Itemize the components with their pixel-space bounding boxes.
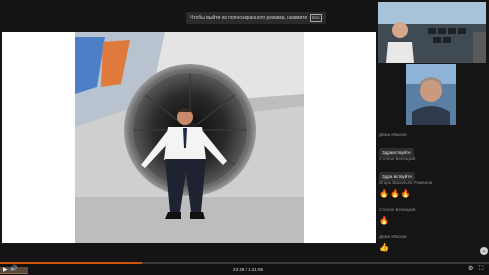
chat-author: Игорь Васильев Романов <box>379 180 433 185</box>
chat-author: Степан Белецкий <box>379 156 416 161</box>
thumbs-up-emoji-reaction: 👍 <box>379 243 390 252</box>
fire-emoji-reaction: 🔥🔥🔥 <box>379 189 412 198</box>
fullscreen-icon[interactable]: ⛶ <box>479 266 483 273</box>
esc-key-label: Esc <box>310 14 322 22</box>
chat-author: Дима Ивахов <box>379 234 407 239</box>
fullscreen-exit-hint: Чтобы выйти из полноэкранного режима, на… <box>186 12 326 24</box>
participant-video-host[interactable] <box>406 64 456 125</box>
scroll-down-icon[interactable]: ⌄ <box>480 247 488 255</box>
participants-sidebar: Дима Ивахов Здравствуйте Степан Белецкий… <box>376 0 489 262</box>
chat-message: Игорь Васильев Романов <box>379 180 432 185</box>
player-controls: ▶ 🔊 23:49 / 1:21:06 ⚙ ⛶ <box>0 262 489 275</box>
play-icon[interactable]: ▶ <box>3 267 8 273</box>
volume-icon[interactable]: 🔊 <box>10 266 17 273</box>
pilot-in-engine-image <box>75 32 304 243</box>
video-stage[interactable]: Чтобы выйти из полноэкранного режима, на… <box>0 0 376 262</box>
time-display: 23:49 / 1:21:06 <box>233 267 264 272</box>
participant-video-cockpit[interactable] <box>378 2 486 63</box>
chat-author: Степан Белецкий <box>379 207 416 212</box>
chat-message: Дима Ивахов <box>379 234 407 239</box>
chat-message: Степан Белецкий <box>379 156 415 161</box>
progress-bar[interactable] <box>0 262 489 264</box>
cockpit-video-feed <box>378 2 486 63</box>
fullscreen-hint-text: Чтобы выйти из полноэкранного режима, на… <box>190 15 308 21</box>
chat-message: Дима Ивахов <box>379 132 407 137</box>
chat-author: Дима Ивахов <box>379 132 407 137</box>
shared-photo <box>2 32 376 243</box>
settings-icon[interactable]: ⚙ <box>468 266 473 273</box>
host-video-feed <box>406 64 456 125</box>
chat-message: Степан Белецкий <box>379 207 415 212</box>
fire-emoji-reaction: 🔥 <box>379 216 390 225</box>
